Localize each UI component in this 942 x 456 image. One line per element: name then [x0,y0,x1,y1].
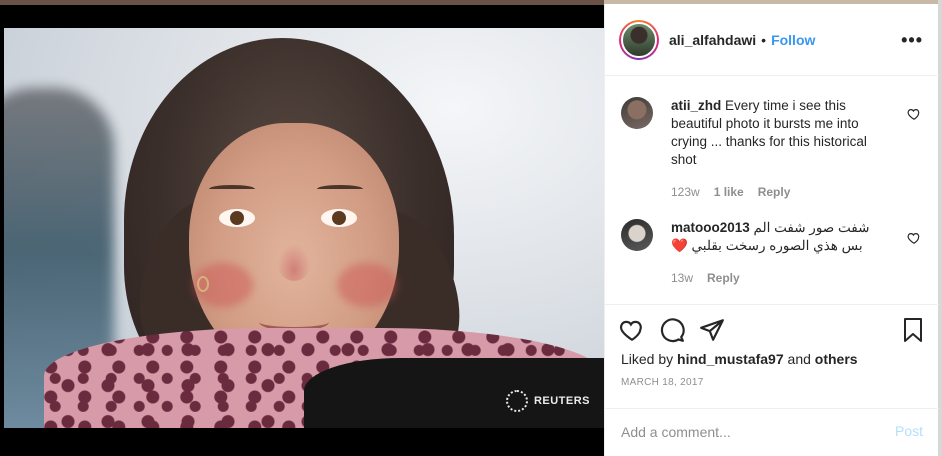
comment-age[interactable]: 123w [671,185,700,199]
post-date[interactable]: MARCH 18, 2017 [621,377,704,388]
comment-heart-icon[interactable] [907,231,921,245]
comments-list: atii_zhd Every time i see this beautiful… [605,77,939,305]
post-photo-panel: REUTERS [0,0,604,456]
eyebrow [209,185,255,193]
post-actions-section: Liked by hind_mustafa97 and others MARCH… [605,304,939,404]
liked-by-connector: and [787,351,811,367]
comment-icon[interactable] [659,317,685,343]
eyebrow [317,185,363,193]
comment-text-block: atii_zhd Every time i see this beautiful… [671,97,891,169]
earring [197,276,209,292]
liked-by-prefix: Liked by [621,351,674,367]
comment-meta: 13w Reply [671,271,740,285]
follow-button[interactable]: Follow [771,32,815,48]
share-icon[interactable] [699,317,725,343]
reply-button[interactable]: Reply [707,271,740,285]
reuters-watermark: REUTERS [505,390,590,412]
comment-input[interactable] [621,421,881,443]
post-photo[interactable]: REUTERS [4,28,604,428]
post-button[interactable]: Post [895,423,923,439]
cheek [337,263,397,307]
comment-heart-icon[interactable] [907,107,921,121]
more-options-icon[interactable]: ••• [901,30,923,51]
eye [219,209,255,227]
reuters-logo-icon [505,390,528,412]
author-avatar-image [621,21,657,58]
liked-by: Liked by hind_mustafa97 and others [621,351,858,367]
comment-item: atii_zhd Every time i see this beautiful… [621,97,921,207]
post-header: ali_alfahdawi • Follow ••• [605,4,939,76]
header-separator: • [761,31,767,48]
comment-age[interactable]: 13w [671,271,693,285]
add-comment-section: Post [605,408,939,456]
bookmark-icon[interactable] [901,317,925,343]
comment-meta: 123w 1 like Reply [671,185,790,199]
watermark-text: REUTERS [533,395,590,407]
background-strip [0,0,604,5]
post-side-panel: ali_alfahdawi • Follow ••• atii_zhd Ever… [604,4,939,456]
comment-username[interactable]: matooo2013 [671,220,750,235]
comment-text-block: matooo2013 شفت صور شفت الم بس هذي الصوره… [671,219,891,255]
commenter-avatar[interactable] [621,97,653,129]
nose [277,243,311,281]
comment-username[interactable]: atii_zhd [671,98,721,113]
comment-item: matooo2013 شفت صور شفت الم بس هذي الصوره… [621,219,921,299]
liked-by-others[interactable]: others [815,351,858,367]
liked-by-user[interactable]: hind_mustafa97 [677,351,784,367]
heart-icon[interactable] [619,317,645,343]
comment-likes[interactable]: 1 like [714,185,744,199]
reply-button[interactable]: Reply [758,185,791,199]
action-bar [619,317,725,343]
author-username[interactable]: ali_alfahdawi [669,32,756,48]
author-avatar[interactable] [619,19,659,60]
commenter-avatar[interactable] [621,219,653,251]
eye [321,209,357,227]
